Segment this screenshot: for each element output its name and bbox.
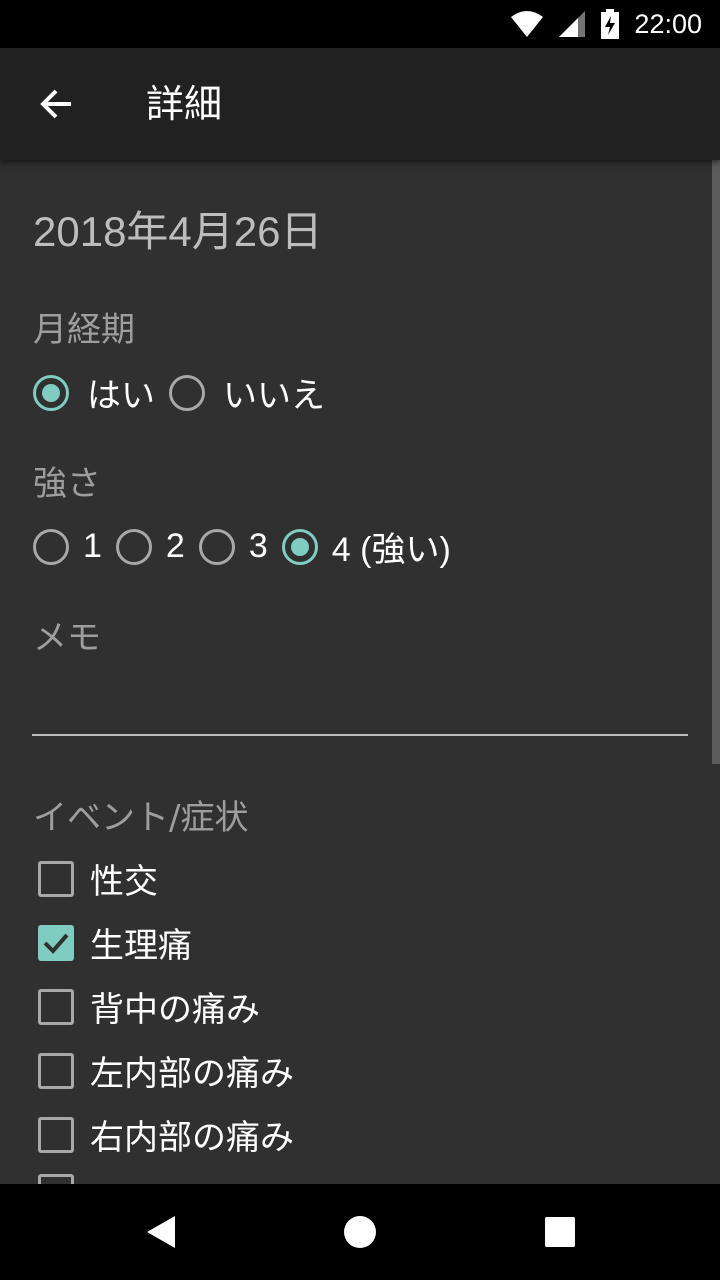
memo-input[interactable] (33, 670, 687, 730)
event-label: 性交 (90, 862, 158, 902)
event-item-back-pain[interactable]: 背中の痛み (38, 982, 260, 1031)
period-label: 月経期 (33, 310, 135, 350)
intensity-4-radio[interactable] (281, 528, 318, 565)
detail-content[interactable]: 2018年4月26日 月経期 はい いいえ 強さ 1 2 3 4 (強い) メモ… (0, 160, 720, 1184)
arrow-back-icon (40, 89, 71, 119)
intensity-radio-group: 1 2 3 4 (強い) (33, 522, 465, 571)
checkbox[interactable] (38, 1052, 74, 1089)
memo-label: メモ (33, 618, 101, 658)
period-no-label[interactable]: いいえ (223, 368, 325, 417)
nav-home-button[interactable] (336, 1208, 384, 1256)
period-yes-label[interactable]: はい (87, 368, 155, 417)
status-bar: 22:00 (0, 0, 720, 48)
intensity-4-label[interactable]: 4 (強い) (332, 522, 451, 571)
event-label: 右内部の痛み (90, 1118, 294, 1158)
event-item-intercourse[interactable]: 性交 (38, 854, 158, 903)
event-item-right-inner-pain[interactable]: 右内部の痛み (38, 1110, 294, 1159)
checkbox[interactable] (38, 988, 74, 1025)
event-item-cramps[interactable]: 生理痛 (38, 918, 192, 967)
event-label: 生理痛 (90, 926, 192, 966)
page-title: 詳細 (146, 82, 223, 126)
intensity-1-label[interactable]: 1 (83, 527, 102, 566)
navigation-bar (0, 1184, 720, 1280)
nav-back-button[interactable] (136, 1208, 184, 1256)
events-label: イベント/症状 (33, 798, 249, 838)
intensity-3-radio[interactable] (198, 528, 235, 565)
checkbox[interactable] (38, 1116, 74, 1153)
period-yes-radio[interactable] (33, 374, 69, 411)
wifi-icon (511, 11, 544, 37)
back-button[interactable] (24, 80, 88, 128)
checkbox[interactable] (38, 860, 74, 897)
intensity-2-label[interactable]: 2 (166, 527, 185, 566)
event-label: 左内部の痛み (90, 1054, 294, 1094)
checkmark-icon (43, 933, 69, 954)
intensity-1-radio[interactable] (33, 528, 69, 565)
intensity-2-radio[interactable] (115, 528, 152, 565)
cell-signal-icon (559, 11, 586, 37)
intensity-label: 強さ (33, 464, 101, 504)
checkbox-checked[interactable] (38, 924, 74, 961)
checkbox[interactable] (38, 1174, 74, 1184)
nav-recents-button[interactable] (536, 1208, 584, 1256)
period-no-radio[interactable] (169, 374, 205, 411)
memo-underline (32, 734, 688, 736)
app-bar: 詳細 (0, 48, 720, 160)
home-circle-icon (344, 1216, 376, 1248)
intensity-3-label[interactable]: 3 (249, 527, 268, 566)
event-item-left-inner-pain[interactable]: 左内部の痛み (38, 1046, 294, 1095)
recents-square-icon (545, 1217, 575, 1247)
date-heading: 2018年4月26日 (33, 208, 323, 255)
status-time: 22:00 (634, 8, 702, 39)
scrollbar[interactable] (712, 160, 720, 764)
battery-charging-icon (601, 9, 620, 39)
period-radio-group: はい いいえ (33, 368, 339, 417)
back-triangle-icon (147, 1216, 175, 1248)
event-label: 背中の痛み (90, 990, 260, 1030)
event-item-partial[interactable] (38, 1174, 74, 1184)
